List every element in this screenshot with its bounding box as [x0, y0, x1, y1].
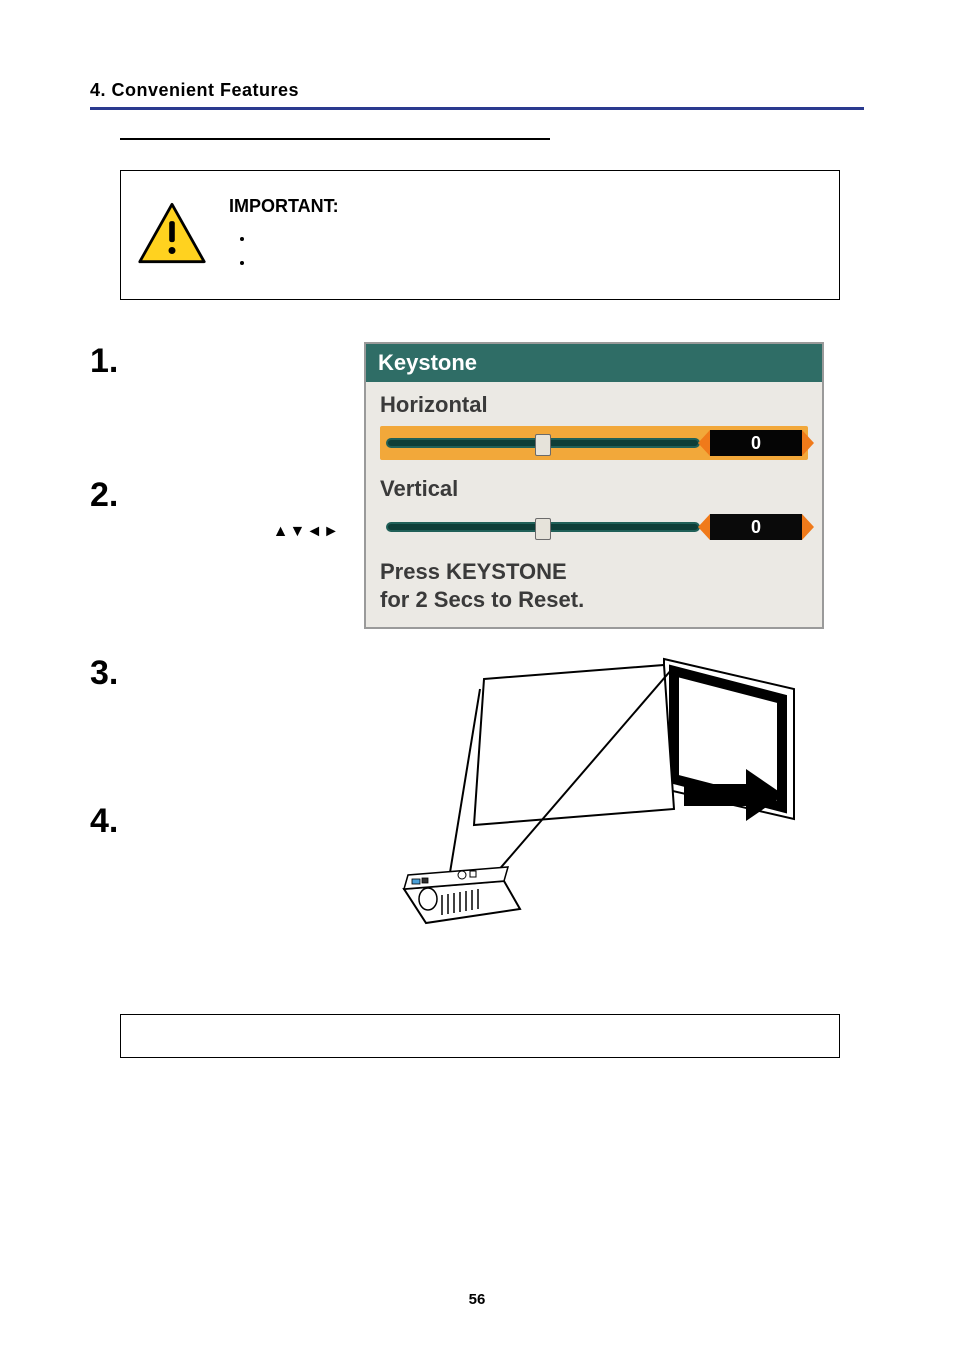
horizontal-value-pill: 0	[710, 430, 802, 456]
important-bullet	[255, 251, 339, 275]
vertical-slider-row[interactable]: 0	[380, 510, 808, 544]
vertical-slider-track[interactable]	[386, 522, 700, 532]
vertical-slider-thumb[interactable]	[535, 518, 551, 540]
important-callout: IMPORTANT:	[120, 170, 840, 300]
step-number: 2.	[90, 476, 118, 515]
step-number: 3.	[90, 654, 118, 693]
note-box	[120, 1014, 840, 1058]
keystone-vertical-section: Vertical 0	[366, 466, 822, 550]
keystone-horizontal-section: Horizontal 0	[366, 382, 822, 466]
horizontal-slider-track[interactable]	[386, 438, 700, 448]
step-4: 4.	[90, 802, 340, 872]
warning-icon	[137, 201, 207, 270]
step-body	[128, 654, 340, 662]
page-number: 56	[0, 1291, 954, 1308]
keystone-panel-title: Keystone	[366, 344, 822, 382]
important-bullets	[229, 227, 339, 275]
horizontal-slider-row[interactable]: 0	[380, 426, 808, 460]
projector-icon	[404, 867, 520, 923]
step-3: 3.	[90, 654, 340, 774]
keystone-osd-panel: Keystone Horizontal 0 Vertical	[364, 342, 824, 629]
keystone-footer-line1: Press KEYSTONE	[380, 558, 808, 586]
chapter-divider	[90, 107, 864, 110]
vertical-label: Vertical	[380, 476, 808, 502]
projection-diagram	[364, 649, 824, 939]
step-number: 4.	[90, 802, 118, 841]
chapter-heading: 4. Convenient Features	[90, 80, 864, 101]
step-number: 1.	[90, 342, 118, 381]
vertical-value: 0	[751, 517, 761, 538]
keystone-footer: Press KEYSTONE for 2 Secs to Reset.	[366, 550, 822, 627]
important-title: IMPORTANT:	[229, 196, 339, 217]
keystone-footer-line2: for 2 Secs to Reset.	[380, 586, 808, 614]
section-underline	[120, 138, 550, 140]
step-body: ▲▼◄►	[128, 476, 340, 544]
horizontal-value: 0	[751, 433, 761, 454]
step-2: 2. ▲▼◄►	[90, 476, 340, 626]
arrow-keys-icon: ▲▼◄►	[273, 523, 340, 540]
vertical-value-pill: 0	[710, 514, 802, 540]
important-bullet	[255, 227, 339, 251]
step-1: 1.	[90, 342, 340, 448]
step-body	[128, 342, 340, 350]
step-body	[128, 802, 340, 810]
horizontal-label: Horizontal	[380, 392, 808, 418]
horizontal-slider-thumb[interactable]	[535, 434, 551, 456]
